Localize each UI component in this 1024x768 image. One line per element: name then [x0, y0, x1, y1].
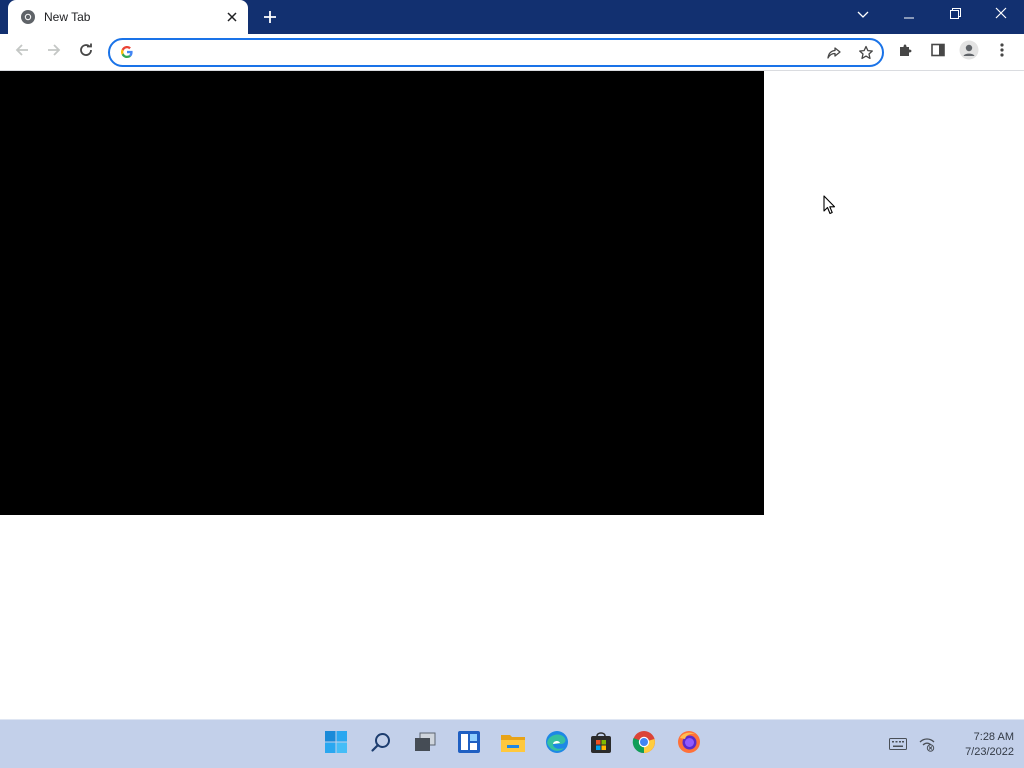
file-explorer-icon: [500, 731, 526, 758]
file-explorer-button[interactable]: [500, 731, 526, 757]
new-tab-button[interactable]: [259, 6, 281, 28]
restore-button[interactable]: [932, 0, 978, 30]
store-icon: [589, 730, 613, 759]
mouse-cursor-icon: [823, 195, 837, 216]
forward-arrow-icon: [46, 42, 62, 63]
address-bar[interactable]: [108, 38, 884, 67]
address-input[interactable]: [142, 42, 822, 63]
google-g-icon: [120, 45, 134, 59]
firefox-button[interactable]: [676, 730, 702, 759]
forward-button[interactable]: [40, 38, 68, 66]
browser-title-bar: New Tab: [0, 0, 1024, 34]
widgets-button[interactable]: [456, 730, 482, 759]
start-button[interactable]: [323, 730, 349, 759]
chrome-icon: [20, 9, 36, 25]
keyboard-icon[interactable]: [889, 735, 907, 753]
back-button[interactable]: [8, 38, 36, 66]
clock-time: 7:28 AM: [973, 731, 1014, 743]
restore-icon: [949, 6, 961, 24]
tab-new-tab[interactable]: New Tab: [8, 0, 248, 34]
chrome-taskbar-button[interactable]: [631, 730, 657, 759]
close-icon: [995, 6, 1007, 24]
clock-date: 7/23/2022: [965, 746, 1014, 758]
menu-button[interactable]: [988, 38, 1016, 66]
edge-icon: [545, 730, 569, 759]
media-frame[interactable]: [0, 71, 764, 515]
edge-button[interactable]: [544, 730, 570, 759]
side-panel-icon: [930, 42, 946, 63]
reload-icon: [78, 42, 94, 63]
network-icon[interactable]: [918, 735, 936, 753]
browser-toolbar: [0, 34, 1024, 71]
tab-search-button[interactable]: [840, 0, 886, 30]
search-button[interactable]: [368, 731, 394, 757]
back-arrow-icon: [14, 42, 30, 63]
task-view-icon: [413, 731, 437, 758]
taskbar: 7:28 AM 7/23/2022: [0, 719, 1024, 768]
widgets-icon: [457, 730, 481, 759]
reload-button[interactable]: [72, 38, 100, 66]
extensions-button[interactable]: [892, 38, 920, 66]
page-content: [0, 71, 1024, 719]
minimize-icon: [904, 6, 914, 24]
task-view-button[interactable]: [412, 731, 438, 757]
store-button[interactable]: [588, 731, 614, 757]
system-clock[interactable]: 7:28 AM 7/23/2022: [940, 730, 1014, 760]
profile-button[interactable]: [955, 38, 983, 66]
star-icon[interactable]: [854, 41, 878, 65]
close-tab-icon[interactable]: [224, 9, 240, 25]
profile-icon: [959, 40, 979, 65]
menu-icon: [1000, 42, 1004, 63]
share-icon[interactable]: [822, 41, 846, 65]
start-icon: [324, 730, 348, 759]
side-panel-button[interactable]: [924, 38, 952, 66]
close-window-button[interactable]: [978, 0, 1024, 30]
extensions-icon: [898, 42, 914, 63]
firefox-icon: [677, 730, 701, 759]
minimize-button[interactable]: [886, 0, 932, 30]
chrome-icon: [632, 730, 656, 759]
search-icon: [370, 731, 392, 758]
chevron-down-icon: [857, 6, 869, 24]
tab-title: New Tab: [44, 10, 91, 24]
